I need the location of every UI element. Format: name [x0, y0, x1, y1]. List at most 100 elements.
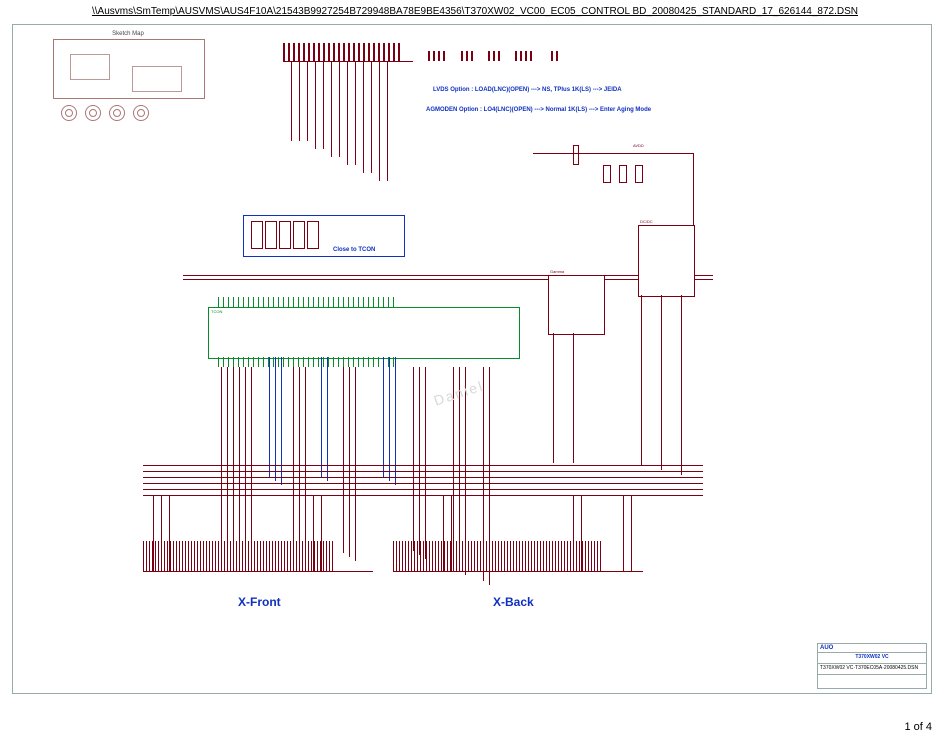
bwire [383, 357, 384, 477]
close-to-tcon-label: Close to TCON [333, 247, 375, 253]
circle-cn4 [133, 105, 149, 121]
titleblock-logo: AUO [818, 644, 926, 652]
wire [413, 367, 414, 551]
wire [143, 571, 373, 572]
cap [279, 221, 291, 249]
wire [315, 61, 316, 149]
wire [661, 295, 662, 470]
wire [425, 367, 426, 559]
avdd-label: AVDD [633, 143, 644, 148]
label-x-back: X-Back [493, 595, 534, 609]
titleblock-line1: T370XW02 VC [818, 652, 926, 663]
circle-cn1 [61, 105, 77, 121]
wire [573, 333, 574, 463]
gamma-label: Gamma [550, 269, 564, 274]
sketch-frame [53, 39, 205, 99]
connector-circles [53, 105, 203, 121]
cap [635, 165, 643, 183]
wire [233, 367, 234, 555]
top-small-1 [428, 43, 458, 61]
note-lvds: LVDS Option : LOAD(LNC)(OPEN) ---> NS, T… [433, 87, 622, 93]
bwire [321, 357, 322, 477]
wire [693, 153, 694, 225]
label-x-front: X-Front [238, 595, 281, 609]
bwire [269, 357, 270, 477]
bus-h [183, 275, 713, 276]
top-small-2 [461, 43, 483, 61]
wire [239, 367, 240, 559]
wire [299, 367, 300, 559]
sketch-map-title: Sketch Map [53, 31, 203, 37]
top-small-5 [551, 43, 569, 61]
cap [603, 165, 611, 183]
cap [265, 221, 277, 249]
sketch-block-2 [132, 66, 182, 92]
inductor [573, 145, 579, 165]
page-number: 1 of 4 [904, 721, 932, 733]
wire [553, 333, 554, 463]
top-connector-1 [283, 43, 413, 61]
wire [143, 477, 703, 478]
file-path: \\Ausvms\SmTemp\AUSVMS\AUS4F10A\21543B99… [0, 6, 950, 17]
cap [251, 221, 263, 249]
top-small-4 [515, 43, 545, 61]
title-block: AUO T370XW02 VC T370XW02 VC·T370EC05A·20… [817, 643, 927, 689]
wire [347, 61, 348, 165]
wire [681, 295, 682, 475]
circle-cn3 [109, 105, 125, 121]
sketch-block-1 [70, 54, 110, 80]
wire [221, 367, 222, 547]
wire [363, 61, 364, 173]
wire [143, 471, 703, 472]
bwire [275, 357, 276, 481]
wire [379, 61, 380, 181]
tcon-chip [208, 307, 520, 359]
wire [323, 61, 324, 149]
wire [641, 295, 642, 465]
wire [533, 153, 693, 154]
wire [291, 61, 292, 141]
wire [419, 367, 420, 555]
wire [349, 367, 350, 557]
wire [299, 61, 300, 141]
sketch-map: Sketch Map [53, 31, 203, 131]
wire [355, 367, 356, 561]
note-agmod: AGMODEN Option : LO4(LNC)(OPEN) ---> Nor… [426, 107, 651, 113]
cap [293, 221, 305, 249]
bwire [389, 357, 390, 481]
top-small-3 [488, 43, 510, 61]
page-root: \\Ausvms\SmTemp\AUSVMS\AUS4F10A\21543B99… [0, 0, 950, 735]
x-front-connector [143, 541, 373, 571]
dcdc-block [638, 225, 695, 297]
wire [387, 61, 388, 181]
wire [293, 367, 294, 555]
bus-h [183, 279, 713, 280]
wire [355, 61, 356, 165]
wire [143, 465, 703, 466]
titleblock-line2: T370XW02 VC·T370EC05A·20080425.DSN [818, 663, 926, 674]
wire [143, 483, 703, 484]
wire [251, 367, 252, 567]
circle-cn2 [85, 105, 101, 121]
dcdc-label: DC/DC [640, 219, 653, 224]
wire [143, 495, 703, 496]
bwire [327, 357, 328, 481]
cap [619, 165, 627, 183]
wire [331, 61, 332, 157]
gamma-block [548, 275, 605, 335]
wire [283, 61, 413, 62]
wire [393, 571, 643, 572]
x-back-connector [393, 541, 643, 571]
tcon-pins-bot [218, 357, 508, 367]
wire [143, 489, 703, 490]
schematic-sheet: Sketch Map [12, 24, 932, 694]
wire [307, 61, 308, 141]
tcon-pins-top [218, 297, 508, 307]
tcon-label: TCON [211, 309, 222, 314]
cap [307, 221, 319, 249]
wire [343, 367, 344, 553]
titleblock-line3 [818, 674, 926, 685]
wire [339, 61, 340, 157]
wire [371, 61, 372, 173]
wire [227, 367, 228, 551]
